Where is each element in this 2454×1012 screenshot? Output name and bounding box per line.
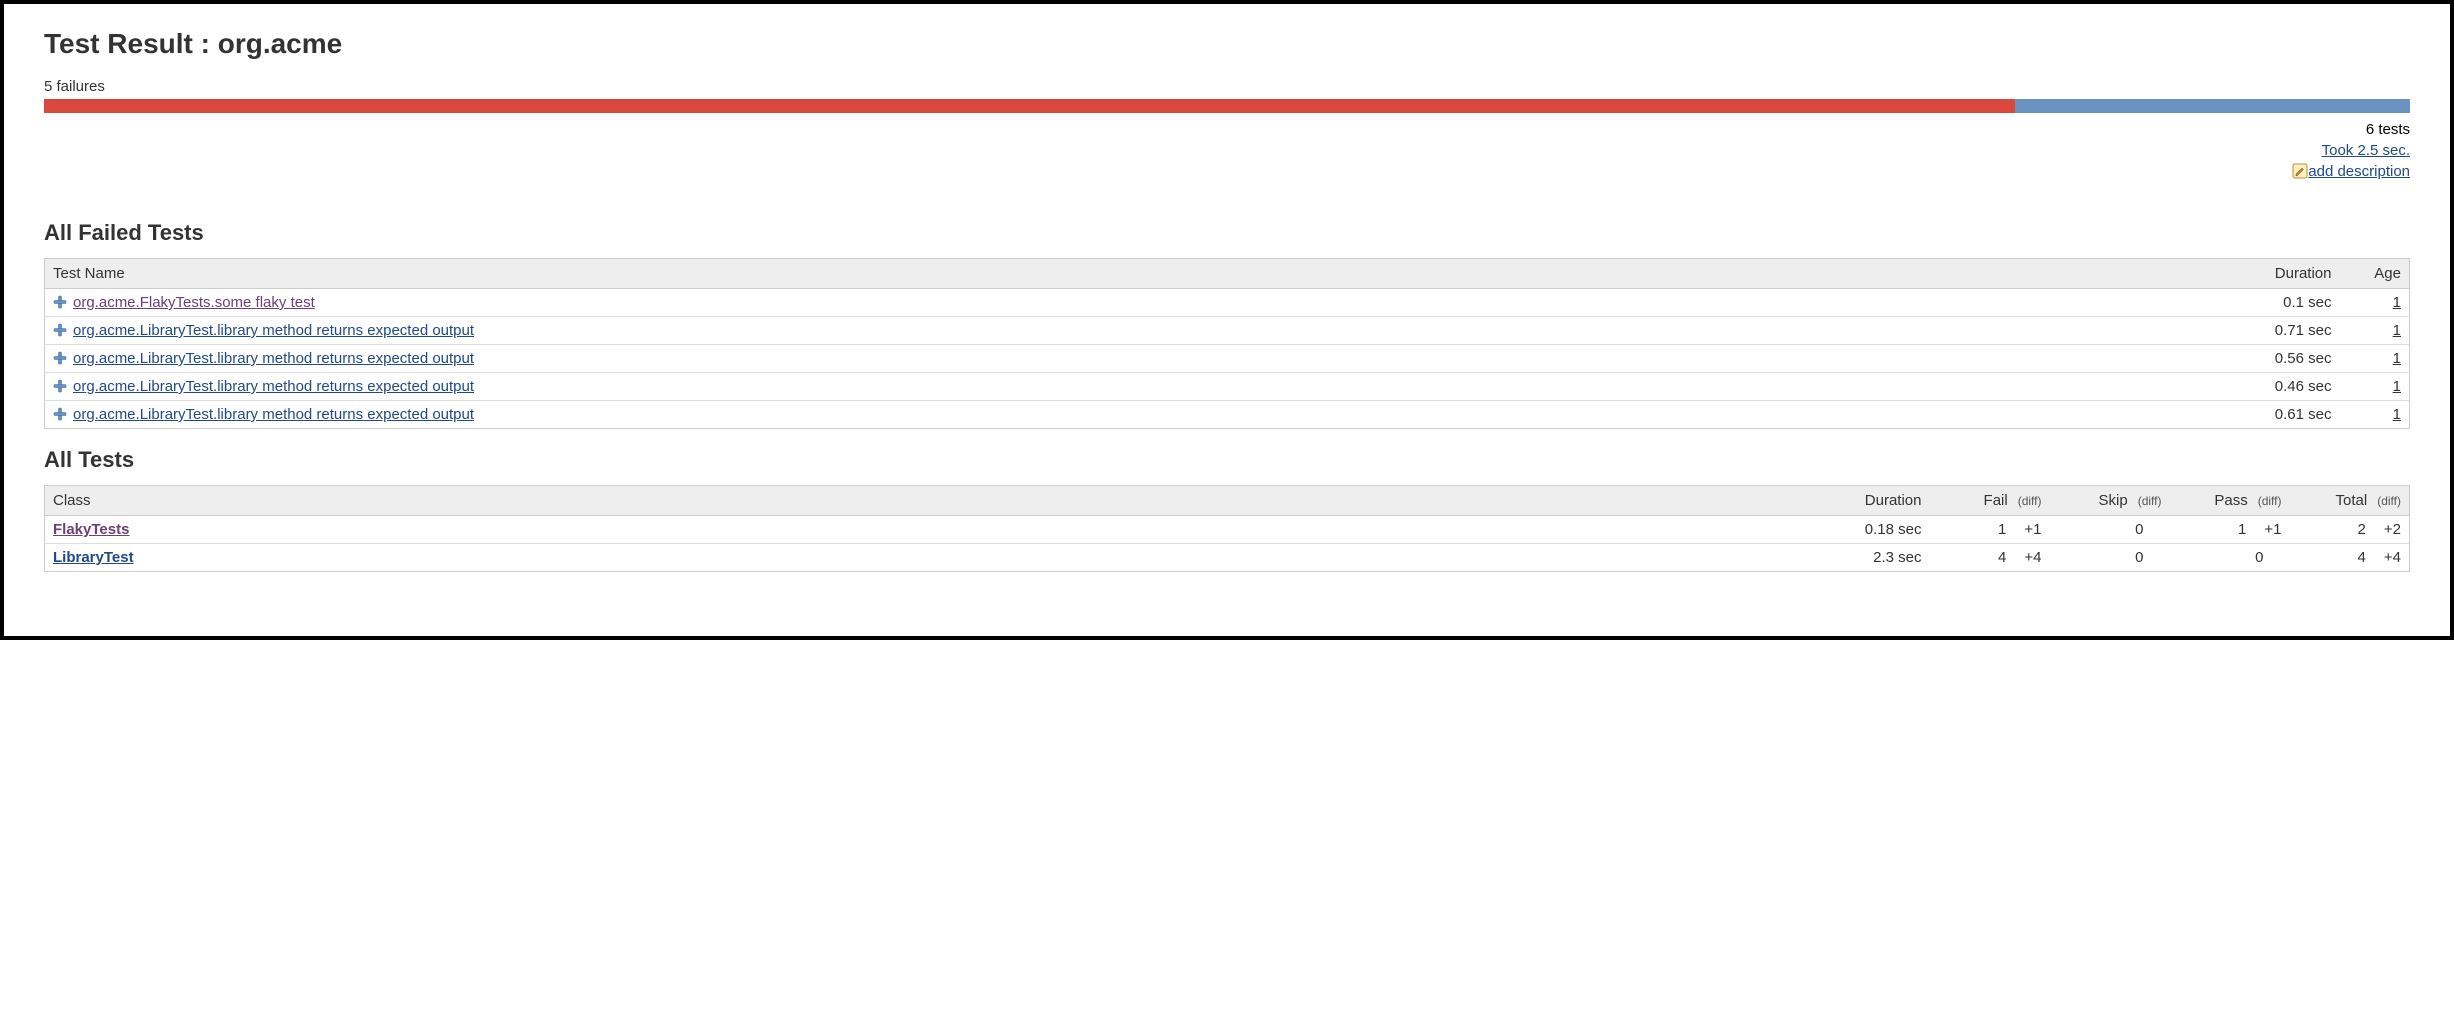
col-fail[interactable]: Fail(diff) (1930, 486, 2050, 516)
failed-tests-table: Test Name Duration Age org.acme.FlakyTes… (44, 258, 2410, 429)
expand-icon[interactable] (53, 379, 67, 393)
duration-link[interactable]: Took 2.5 sec. (2322, 142, 2410, 159)
skip-cell: 0 (2050, 516, 2170, 544)
test-name-link[interactable]: org.acme.LibraryTest.library method retu… (73, 378, 474, 395)
duration-cell: 2.3 sec (1840, 544, 1930, 572)
duration-cell: 0.61 sec (2240, 401, 2340, 429)
table-row: org.acme.LibraryTest.library method retu… (45, 345, 2410, 373)
total-tests-label: 6 tests (44, 119, 2410, 140)
failed-tests-heading: All Failed Tests (44, 220, 2410, 246)
expand-icon[interactable] (53, 407, 67, 421)
age-link[interactable]: 1 (2393, 378, 2401, 395)
col-class[interactable]: Class (45, 486, 1840, 516)
table-row: org.acme.FlakyTests.some flaky test 0.1 s… (45, 289, 2410, 317)
col-skip[interactable]: Skip(diff) (2050, 486, 2170, 516)
expand-icon[interactable] (53, 351, 67, 365)
duration-cell: 0.71 sec (2240, 317, 2340, 345)
duration-cell: 0.46 sec (2240, 373, 2340, 401)
table-row: LibraryTest2.3 sec4+4004+4 (45, 544, 2410, 572)
skip-cell: 0 (2050, 544, 2170, 572)
col-total[interactable]: Total(diff) (2290, 486, 2410, 516)
col-pass[interactable]: Pass(diff) (2170, 486, 2290, 516)
age-link[interactable]: 1 (2393, 406, 2401, 423)
bar-fail-segment (44, 99, 2015, 113)
total-cell: 2+2 (2290, 516, 2410, 544)
expand-icon[interactable] (53, 323, 67, 337)
col-age[interactable]: Age (2340, 259, 2410, 289)
duration-cell: 0.1 sec (2240, 289, 2340, 317)
fail-cell: 1+1 (1930, 516, 2050, 544)
test-progress-bar (44, 99, 2410, 113)
col-duration[interactable]: Duration (2240, 259, 2340, 289)
total-cell: 4+4 (2290, 544, 2410, 572)
age-link[interactable]: 1 (2393, 294, 2401, 311)
expand-icon[interactable] (53, 295, 67, 309)
test-name-link[interactable]: org.acme.LibraryTest.library method retu… (73, 350, 474, 367)
col-test-name[interactable]: Test Name (45, 259, 2240, 289)
all-tests-heading: All Tests (44, 447, 2410, 473)
pass-cell: 1+1 (2170, 516, 2290, 544)
failures-count-label: 5 failures (44, 78, 2410, 95)
age-link[interactable]: 1 (2393, 322, 2401, 339)
table-row: FlakyTests0.18 sec1+101+12+2 (45, 516, 2410, 544)
edit-icon (2292, 163, 2308, 179)
all-tests-table: Class Duration Fail(diff) Skip(diff) Pas… (44, 485, 2410, 572)
table-row: org.acme.LibraryTest.library method retu… (45, 373, 2410, 401)
bar-pass-segment (2015, 99, 2410, 113)
fail-cell: 4+4 (1930, 544, 2050, 572)
page-title: Test Result : org.acme (44, 28, 2410, 60)
test-name-link[interactable]: org.acme.LibraryTest.library method retu… (73, 406, 474, 423)
pass-cell: 0 (2170, 544, 2290, 572)
duration-cell: 0.18 sec (1840, 516, 1930, 544)
add-description-link[interactable]: add description (2308, 163, 2410, 180)
test-name-link[interactable]: org.acme.FlakyTests.some flaky test (73, 294, 315, 311)
class-link[interactable]: LibraryTest (53, 549, 134, 566)
test-name-link[interactable]: org.acme.LibraryTest.library method retu… (73, 322, 474, 339)
col-duration[interactable]: Duration (1840, 486, 1930, 516)
table-row: org.acme.LibraryTest.library method retu… (45, 317, 2410, 345)
duration-cell: 0.56 sec (2240, 345, 2340, 373)
class-link[interactable]: FlakyTests (53, 521, 129, 538)
age-link[interactable]: 1 (2393, 350, 2401, 367)
table-row: org.acme.LibraryTest.library method retu… (45, 401, 2410, 429)
